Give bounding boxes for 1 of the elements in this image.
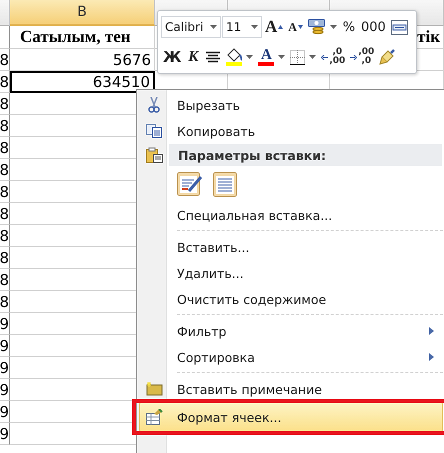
section-header: Параметры вставки: — [169, 144, 442, 166]
